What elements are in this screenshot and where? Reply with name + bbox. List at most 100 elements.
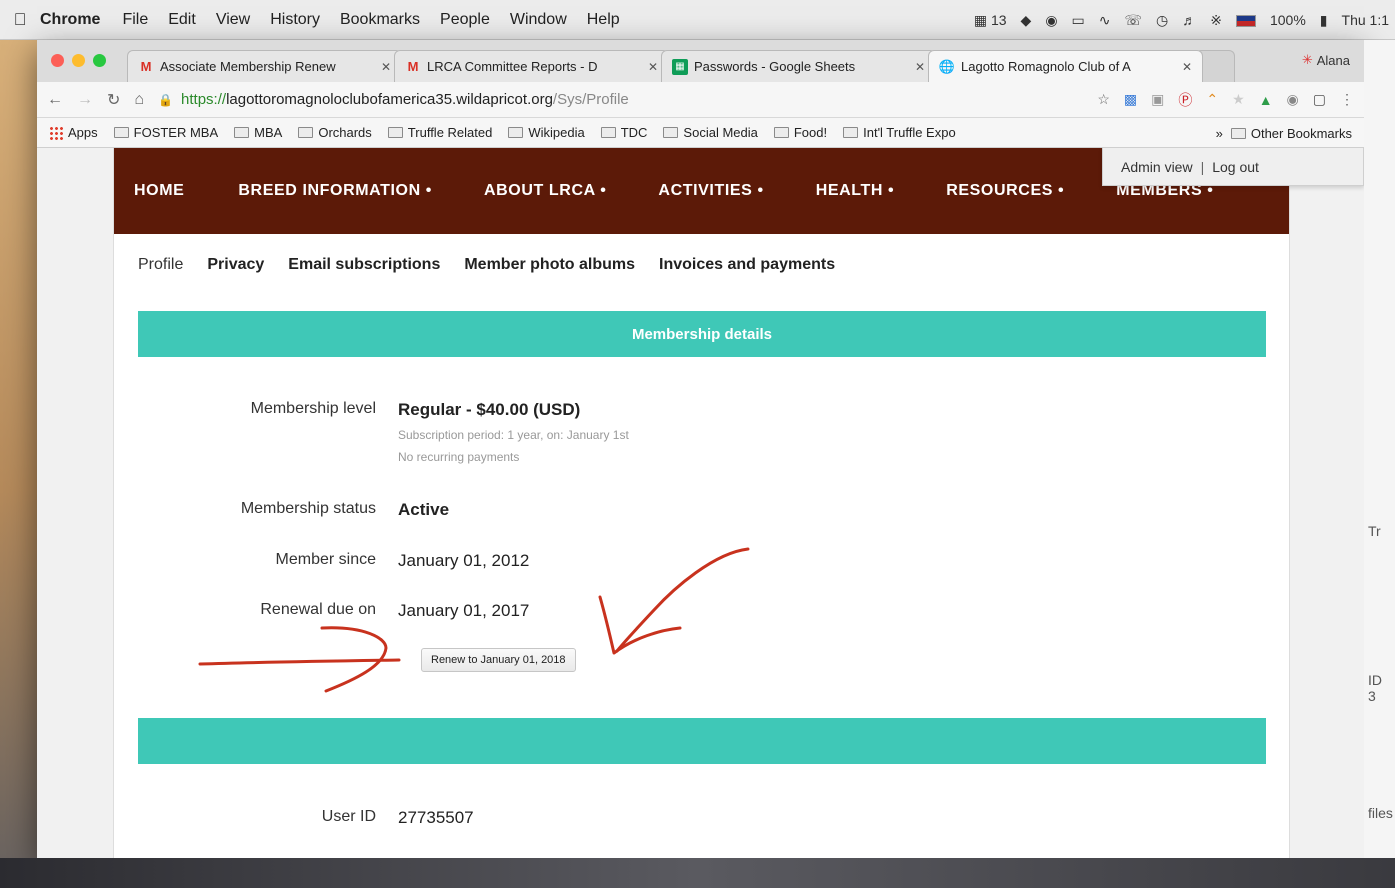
- renew-button[interactable]: Renew to January 01, 2018: [421, 648, 576, 672]
- menu-file[interactable]: File: [122, 11, 148, 29]
- edge-text: files: [1368, 805, 1393, 821]
- nav-activities[interactable]: ACTIVITIES •: [658, 182, 763, 200]
- pinterest-icon[interactable]: Ⓟ: [1178, 90, 1192, 110]
- subnav-email-subscriptions[interactable]: Email subscriptions: [288, 256, 440, 274]
- folder-icon: [1230, 127, 1246, 139]
- menu-bookmarks[interactable]: Bookmarks: [340, 11, 420, 29]
- airplay-icon[interactable]: ▭: [1072, 12, 1085, 29]
- user-id-row: User ID 27735507: [138, 808, 1238, 828]
- close-window-button[interactable]: [51, 54, 64, 67]
- bookmarks-chevron-icon[interactable]: »: [1216, 126, 1223, 141]
- close-tab-icon[interactable]: ✕: [648, 60, 658, 74]
- star-extension-icon[interactable]: ★: [1232, 91, 1245, 108]
- extension-icon[interactable]: ▢: [1313, 91, 1326, 108]
- tab-associate-membership[interactable]: M Associate Membership Renew ✕: [127, 50, 402, 82]
- bookmark-folder[interactable]: MBA: [234, 125, 282, 140]
- menu-kebab-icon[interactable]: ⋮: [1340, 91, 1354, 108]
- menu-view[interactable]: View: [216, 11, 250, 29]
- extensions-area: ☆ ▩ ▣ Ⓟ ⌃ ★ ▲ ◉ ▢ ⋮: [1097, 90, 1354, 110]
- apps-grid-icon: [49, 125, 63, 140]
- nav-about-lrca[interactable]: ABOUT LRCA •: [484, 182, 606, 200]
- close-tab-icon[interactable]: ✕: [915, 60, 925, 74]
- member-since-label: Member since: [275, 551, 376, 568]
- bookmark-other[interactable]: Other Bookmarks: [1230, 126, 1352, 141]
- sheets-icon: ▦: [672, 58, 688, 75]
- reload-icon[interactable]: ↻: [107, 90, 120, 110]
- phone-icon[interactable]: ☏: [1125, 12, 1143, 29]
- bookmark-folder[interactable]: Food!: [773, 125, 827, 140]
- account-section-header: [138, 718, 1266, 764]
- profile-button[interactable]: ✳ Alana: [1302, 52, 1350, 68]
- menu-help[interactable]: Help: [587, 11, 620, 29]
- bookmark-folder[interactable]: Social Media: [663, 125, 758, 140]
- new-extension-icon[interactable]: ▲: [1259, 92, 1273, 108]
- address-bar[interactable]: 🔒 https://lagottoromagnoloclubofamerica3…: [158, 86, 1083, 114]
- shield-icon[interactable]: ◉: [1045, 12, 1057, 29]
- gmail-icon: M: [140, 59, 152, 74]
- dropbox-icon[interactable]: ◆: [1021, 12, 1032, 29]
- volume-icon[interactable]: ♬: [1182, 12, 1196, 28]
- back-icon[interactable]: ←: [47, 91, 63, 109]
- bookmark-star-icon[interactable]: ☆: [1097, 91, 1110, 108]
- bookmarks-overflow: » Other Bookmarks: [1216, 118, 1352, 148]
- tab-passwords-sheets[interactable]: ▦ Passwords - Google Sheets ✕: [661, 50, 936, 82]
- bookmark-folder[interactable]: Wikipedia: [508, 125, 585, 140]
- bookmark-apps[interactable]: Apps: [49, 125, 98, 140]
- close-tab-icon[interactable]: ✕: [381, 60, 391, 74]
- wifi-icon[interactable]: ∿: [1099, 12, 1111, 29]
- gmail-icon: M: [407, 59, 419, 74]
- subnav-privacy[interactable]: Privacy: [207, 256, 264, 274]
- member-since-row: Member since January 01, 2012: [138, 551, 1238, 571]
- nav-home[interactable]: HOME: [134, 182, 184, 200]
- home-icon[interactable]: ⌂: [134, 91, 144, 109]
- subscription-period: Subscription period: 1 year, on: January…: [398, 428, 629, 442]
- tab-lagotto-romagnolo[interactable]: 🌐 Lagotto Romagnolo Club of A ✕: [928, 50, 1203, 82]
- menu-app-chrome[interactable]: Chrome: [40, 11, 100, 29]
- menu-edit[interactable]: Edit: [168, 11, 196, 29]
- bookmark-folder[interactable]: FOSTER MBA: [113, 125, 218, 140]
- menu-history[interactable]: History: [270, 11, 320, 29]
- subnav-invoices-payments[interactable]: Invoices and payments: [659, 256, 835, 274]
- folder-icon: [234, 127, 250, 138]
- battery-percent[interactable]: 100%: [1270, 12, 1306, 28]
- close-tab-icon[interactable]: ✕: [1182, 60, 1192, 74]
- folder-icon: [600, 127, 616, 138]
- menubar-clock[interactable]: Thu 1:1: [1342, 12, 1389, 28]
- admin-view-link[interactable]: Admin view: [1121, 159, 1193, 175]
- edge-text: Tr: [1368, 523, 1381, 539]
- extension-icon[interactable]: ◉: [1287, 91, 1299, 108]
- battery-icon[interactable]: ▮: [1320, 12, 1328, 29]
- annotation-left-arrow-shaft: [198, 658, 401, 666]
- extension-icon[interactable]: ▩: [1124, 91, 1137, 108]
- nav-health[interactable]: HEALTH •: [816, 182, 895, 200]
- bookmark-folder[interactable]: Int'l Truffle Expo: [843, 125, 956, 140]
- nav-breed-information[interactable]: BREED INFORMATION •: [238, 182, 432, 200]
- folder-icon: [298, 127, 314, 138]
- profile-page: HOME BREED INFORMATION • ABOUT LRCA • AC…: [113, 148, 1290, 858]
- bookmarks-bar: Apps FOSTER MBA MBA Orchards Truffle Rel…: [37, 118, 1364, 148]
- bluetooth-icon[interactable]: ※: [1210, 12, 1222, 29]
- apple-menu-icon[interactable]: : [0, 10, 40, 30]
- zoom-window-button[interactable]: [93, 54, 106, 67]
- bookmark-folder[interactable]: Truffle Related: [387, 125, 492, 140]
- extension-icon[interactable]: ▣: [1151, 91, 1164, 108]
- profile-icon: ✳: [1301, 52, 1313, 67]
- subnav-profile[interactable]: Profile: [138, 256, 183, 274]
- log-out-link[interactable]: Log out: [1212, 159, 1259, 175]
- bookmark-folder[interactable]: TDC: [600, 125, 647, 140]
- tab-lrca-committee[interactable]: M LRCA Committee Reports - D ✕: [394, 50, 669, 82]
- notification-count[interactable]: ▦ 13: [974, 12, 1007, 29]
- membership-status-label: Membership status: [240, 500, 376, 517]
- time-machine-icon[interactable]: ◷: [1156, 12, 1168, 29]
- minimize-window-button[interactable]: [72, 54, 85, 67]
- menu-window[interactable]: Window: [510, 11, 567, 29]
- edge-text: ID: [1368, 672, 1382, 688]
- bookmark-folder[interactable]: Orchards: [298, 125, 372, 140]
- forward-icon[interactable]: →: [77, 91, 93, 109]
- rainbow-extension-icon[interactable]: ⌃: [1206, 91, 1218, 108]
- menu-people[interactable]: People: [440, 11, 490, 29]
- flag-icon[interactable]: [1235, 12, 1256, 28]
- nav-resources[interactable]: RESOURCES •: [946, 182, 1064, 200]
- renewal-due-row: Renewal due on January 01, 2017: [138, 601, 1238, 621]
- subnav-member-photo-albums[interactable]: Member photo albums: [464, 256, 635, 274]
